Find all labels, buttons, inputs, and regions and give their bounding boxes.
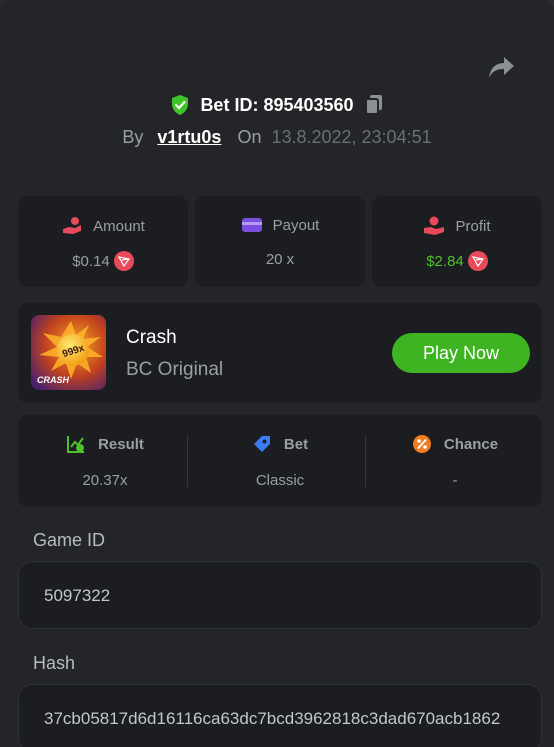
username-link[interactable]: v1rtu0s bbox=[157, 127, 221, 148]
chance-column: Chance - bbox=[368, 415, 542, 507]
by-label: By bbox=[122, 127, 144, 147]
amount-label: Amount bbox=[93, 217, 145, 235]
bet-datetime: 13.8.2022, 23:04:51 bbox=[271, 127, 432, 147]
hash-field[interactable]: 37cb05817d6d16116ca63dc7bcd3962818c3dad6… bbox=[18, 684, 542, 747]
game-id-value: 5097322 bbox=[44, 586, 111, 605]
payout-label: Payout bbox=[272, 216, 320, 234]
payout-card: Payout 20 x bbox=[195, 196, 365, 287]
trx-icon bbox=[467, 251, 488, 271]
play-now-button[interactable]: Play Now bbox=[392, 333, 530, 373]
result-chart-icon bbox=[67, 436, 85, 453]
game-card: 999x CRASH Crash BC Original Play Now bbox=[18, 303, 542, 403]
svg-text:CRASH: CRASH bbox=[37, 375, 70, 385]
shield-check-icon bbox=[172, 95, 189, 115]
chance-label: Chance bbox=[443, 435, 499, 453]
crash-game-thumbnail[interactable]: 999x CRASH bbox=[31, 315, 106, 390]
bet-value: Classic bbox=[255, 472, 305, 489]
game-id-label: Game ID bbox=[33, 530, 106, 550]
profit-hand-icon bbox=[424, 216, 445, 235]
result-label: Result bbox=[98, 435, 144, 453]
bet-meta-row: By v1rtu0s On 13.8.2022, 23:04:51 bbox=[0, 127, 554, 148]
column-divider bbox=[187, 435, 188, 487]
game-name: Crash bbox=[126, 327, 177, 348]
chance-value: - bbox=[452, 472, 458, 489]
payout-value: 20 x bbox=[265, 251, 295, 268]
bet-column: Bet Classic bbox=[193, 415, 367, 507]
result-card: Result 20.37x Bet Classic Chance - bbox=[18, 415, 542, 507]
bet-id: Bet ID: 895403560 bbox=[200, 94, 354, 115]
result-value: 20.37x bbox=[82, 472, 128, 489]
game-provider: BC Original bbox=[126, 359, 224, 380]
amount-value: $0.14 bbox=[72, 252, 110, 270]
copy-icon[interactable] bbox=[364, 94, 384, 116]
trx-icon bbox=[113, 251, 134, 271]
profit-value: $2.84 bbox=[426, 252, 464, 270]
wallet-card-icon bbox=[241, 218, 262, 232]
hash-label: Hash bbox=[33, 653, 76, 673]
bet-hand-icon bbox=[63, 217, 82, 234]
profit-card: Profit $2.84 bbox=[372, 196, 542, 287]
amount-card: Amount $0.14 bbox=[18, 196, 188, 287]
hash-value: 37cb05817d6d16116ca63dc7bcd3962818c3dad6… bbox=[44, 709, 501, 728]
result-column: Result 20.37x bbox=[18, 415, 192, 507]
share-icon[interactable] bbox=[486, 54, 516, 82]
profit-label: Profit bbox=[455, 217, 491, 235]
bet-label: Bet bbox=[283, 435, 309, 453]
column-divider bbox=[365, 435, 366, 487]
bet-details-panel: Bet ID: 895403560 By v1rtu0s On 13.8.202… bbox=[0, 0, 554, 747]
game-id-field[interactable]: 5097322 bbox=[18, 561, 542, 629]
bet-tag-icon bbox=[253, 436, 270, 452]
bet-id-row: Bet ID: 895403560 bbox=[0, 94, 554, 116]
on-label: On bbox=[237, 127, 262, 147]
percent-icon bbox=[412, 435, 431, 453]
